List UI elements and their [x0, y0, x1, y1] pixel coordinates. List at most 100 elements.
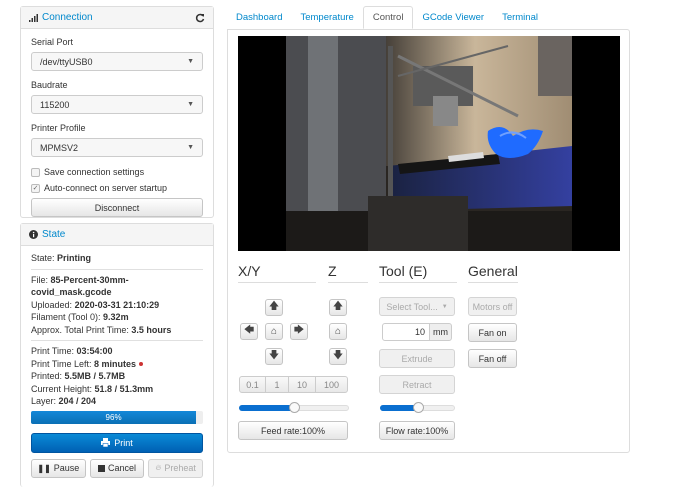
pause-button[interactable]: ❚❚ Pause — [31, 458, 86, 478]
serial-port-label: Serial Port — [31, 37, 74, 47]
tool-title: Tool (E) — [379, 263, 428, 279]
connection-title: Connection — [42, 12, 93, 23]
filament-row: Filament (Tool 0): 9.32m — [31, 312, 129, 322]
printer-profile-select[interactable]: MPMSV2 ▼ — [31, 138, 203, 157]
layer-row: Layer: 204 / 204 — [31, 396, 97, 406]
info-icon — [29, 230, 38, 239]
arrow-up-icon: 🡅 — [332, 301, 344, 312]
cancel-button[interactable]: Cancel — [89, 458, 145, 478]
feed-rate-button[interactable]: Feed rate:100% — [238, 421, 348, 440]
baudrate-label: Baudrate — [31, 80, 68, 90]
step-size-selector: 0.1 1 10 100 — [239, 376, 348, 393]
step-option[interactable]: 0.1 — [239, 376, 266, 393]
printed-row: Printed: 5.5MB / 5.7MB — [31, 371, 126, 381]
fire-icon: 🔥︎ — [155, 463, 162, 472]
print-icon — [101, 438, 111, 447]
connection-panel: Connection Serial Port /dev/ttyUSB0 ▼ Bau… — [20, 6, 214, 218]
state-value: Printing — [57, 253, 92, 263]
baudrate-select[interactable]: 115200 ▼ — [31, 95, 203, 114]
xy-title: X/Y — [238, 263, 261, 279]
arrow-right-icon: 🡆 — [293, 325, 305, 336]
jog-z-minus-button[interactable]: 🡇 — [329, 348, 347, 365]
general-title: General — [468, 263, 518, 279]
flow-rate-button[interactable]: Flow rate:100% — [379, 421, 455, 440]
tab-dashboard[interactable]: Dashboard — [227, 6, 291, 29]
autoconnect-checkbox[interactable]: ✓ — [31, 183, 40, 193]
chevron-down-icon: ▼ — [187, 101, 194, 108]
progress-fill: 96% — [31, 410, 197, 424]
print-progress-bar: 96% — [31, 410, 203, 424]
signal-icon — [29, 13, 38, 22]
uploaded-row: Uploaded: 2020-03-31 21:10:29 — [31, 299, 160, 310]
save-settings-label: Save connection settings — [44, 167, 145, 177]
arrow-up-icon: 🡅 — [268, 301, 280, 312]
jog-z-plus-button[interactable]: 🡅 — [329, 299, 347, 316]
refresh-icon[interactable] — [195, 13, 205, 23]
chevron-down-icon: ▼ — [187, 144, 194, 151]
tab-terminal[interactable]: Terminal — [493, 6, 547, 29]
home-xy-button[interactable]: ⌂ — [265, 323, 283, 340]
extrude-amount-input[interactable]: 10 — [382, 323, 430, 341]
webcam-image — [286, 36, 572, 251]
flow-rate-slider[interactable] — [380, 402, 455, 414]
jog-x-minus-button[interactable]: 🡄 — [240, 323, 258, 340]
serial-port-select[interactable]: /dev/ttyUSB0 ▼ — [31, 52, 203, 71]
save-settings-row[interactable]: Save connection settings — [31, 166, 203, 178]
fan-on-button[interactable]: Fan on — [468, 323, 517, 342]
autoconnect-row[interactable]: ✓ Auto-connect on server startup — [31, 182, 203, 194]
time-left-row: Print Time Left: 8 minutes — [31, 358, 203, 371]
jog-y-plus-button[interactable]: 🡅 — [265, 299, 283, 316]
autoconnect-label: Auto-connect on server startup — [44, 183, 168, 193]
divider — [379, 282, 457, 283]
connection-header[interactable]: Connection — [21, 7, 213, 29]
step-option[interactable]: 1 — [265, 376, 289, 393]
print-button[interactable]: Print — [31, 432, 203, 453]
divider — [238, 282, 316, 283]
slider-handle[interactable] — [412, 402, 424, 413]
state-header[interactable]: State — [21, 224, 213, 246]
step-option[interactable]: 10 — [288, 376, 316, 393]
jog-x-plus-button[interactable]: 🡆 — [290, 323, 308, 340]
motors-off-button[interactable]: Motors off — [468, 297, 517, 316]
height-row: Current Height: 51.8 / 51.3mm — [31, 383, 154, 394]
extrude-unit: mm — [429, 323, 452, 341]
preheat-button[interactable]: 🔥︎ Preheat — [148, 458, 204, 478]
estimate-indicator-icon — [139, 362, 144, 367]
home-icon: ⌂ — [334, 326, 342, 337]
extrude-button[interactable]: Extrude — [379, 349, 455, 368]
save-settings-checkbox[interactable] — [31, 167, 40, 177]
z-title: Z — [328, 263, 337, 279]
print-time-row: Print Time: 03:54:00 — [31, 346, 113, 356]
arrow-left-icon: 🡄 — [243, 325, 255, 336]
disconnect-button[interactable]: Disconnect — [31, 198, 203, 217]
webcam-stream — [238, 36, 620, 251]
home-icon: ⌂ — [270, 326, 278, 337]
jog-y-minus-button[interactable]: 🡇 — [265, 348, 283, 365]
main-tabs: Dashboard Temperature Control GCode View… — [227, 6, 547, 29]
retract-button[interactable]: Retract — [379, 375, 455, 394]
step-option[interactable]: 100 — [315, 376, 348, 393]
tab-gcode-viewer[interactable]: GCode Viewer — [413, 6, 493, 29]
total-time-row: Approx. Total Print Time: 3.5 hours — [31, 324, 172, 335]
tool-select[interactable]: Select Tool... ▼ — [379, 297, 455, 316]
divider — [328, 282, 368, 283]
feed-rate-slider[interactable] — [239, 402, 349, 414]
divider — [31, 340, 203, 341]
state-panel: State State: Printing File: 85-Percent-3… — [20, 223, 214, 487]
file-name-cont: covid_mask.gcode — [31, 287, 112, 297]
divider — [468, 282, 518, 283]
arrow-down-icon: 🡇 — [268, 350, 280, 361]
stop-icon — [98, 464, 105, 472]
arrow-down-icon: 🡇 — [332, 350, 344, 361]
slider-handle[interactable] — [289, 402, 300, 413]
home-z-button[interactable]: ⌂ — [329, 323, 347, 340]
state-row: State: Printing — [31, 253, 92, 263]
chevron-down-icon: ▼ — [187, 58, 194, 65]
tab-control[interactable]: Control — [362, 6, 414, 29]
printer-profile-label: Printer Profile — [31, 123, 86, 133]
fan-off-button[interactable]: Fan off — [468, 349, 517, 368]
tab-temperature[interactable]: Temperature — [291, 6, 362, 29]
caret-down-icon: ▼ — [441, 303, 448, 310]
file-row: File: 85-Percent-30mm-covid_mask.gcode — [31, 274, 129, 298]
state-title: State — [42, 229, 66, 240]
